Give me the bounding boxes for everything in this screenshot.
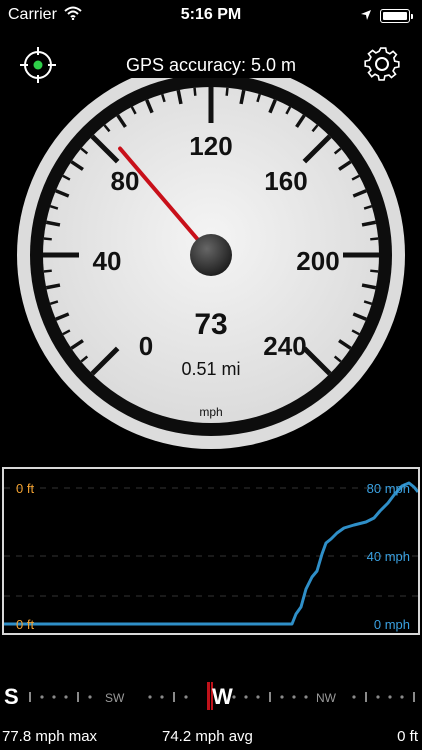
- speed-unit: mph: [199, 405, 222, 419]
- compass-tick: [352, 695, 356, 699]
- compass-tick: [413, 692, 415, 702]
- scale-label-160: 160: [264, 166, 307, 196]
- compass-tick: [40, 695, 44, 699]
- speed-altitude-graph: 0 ft 0 ft 80 mph 40 mph 0 mph: [2, 467, 420, 635]
- compass-tick: [52, 695, 56, 699]
- gauge-hub: [190, 234, 232, 276]
- compass-tick: [400, 695, 404, 699]
- speed-max-label: 80 mph: [366, 481, 410, 496]
- compass-tick: [292, 695, 296, 699]
- scale-label-40: 40: [93, 246, 122, 276]
- scale-label-240: 240: [263, 331, 306, 361]
- scale-label-80: 80: [111, 166, 140, 196]
- speedometer-gauge: 0 40 80 120 160 200 240 73 0.51 mi mph: [17, 78, 405, 449]
- compass-tick: [160, 695, 164, 699]
- max-speed-stat: 77.8 mph max: [2, 728, 98, 745]
- compass-strip: S SW W NW: [0, 670, 422, 720]
- compass-tick: [269, 692, 271, 702]
- compass-west: W: [212, 684, 233, 709]
- compass-tick: [256, 695, 260, 699]
- scale-label-200: 200: [296, 246, 339, 276]
- battery-icon: [380, 9, 413, 23]
- minor-tick: [225, 87, 229, 96]
- current-speed: 73: [194, 308, 227, 341]
- scale-label-120: 120: [189, 131, 232, 161]
- minor-tick: [43, 269, 52, 273]
- compass-tick: [173, 692, 175, 702]
- compass-tick: [88, 695, 92, 699]
- altitude-max-label: 0 ft: [16, 481, 35, 496]
- minor-tick: [193, 87, 197, 96]
- compass-tick: [376, 695, 380, 699]
- minor-tick: [370, 237, 379, 241]
- compass-tick: [77, 692, 79, 702]
- status-time: 5:16 PM: [180, 6, 242, 23]
- compass-tick: [64, 695, 68, 699]
- trip-distance: 0.51 mi: [181, 359, 240, 379]
- minor-tick: [370, 269, 379, 273]
- scale-label-0: 0: [139, 331, 153, 361]
- avg-speed-stat: 74.2 mph avg: [162, 728, 253, 745]
- altitude-min-label: 0 ft: [16, 617, 35, 632]
- compass-tick: [365, 692, 367, 702]
- compass-tick: [29, 692, 31, 702]
- status-bar: Carrier 5:16 PM: [0, 0, 422, 30]
- minor-tick: [43, 237, 52, 241]
- compass-northwest: NW: [316, 691, 336, 705]
- compass-south: S: [4, 684, 19, 709]
- altitude-stat: 0 ft: [397, 728, 418, 745]
- compass-tick: [280, 695, 284, 699]
- compass-tick: [148, 695, 152, 699]
- speed-line: [4, 481, 418, 626]
- gps-accuracy-label: GPS accuracy: 5.0 m: [125, 55, 297, 75]
- compass-tick: [304, 695, 308, 699]
- compass-southwest: SW: [105, 691, 125, 705]
- speed-min-label: 0 mph: [373, 617, 410, 632]
- speed-mid-label: 40 mph: [366, 549, 410, 564]
- compass-tick: [388, 695, 392, 699]
- location-arrow-icon: [360, 8, 372, 26]
- graph-canvas: [4, 481, 418, 626]
- compass-tick: [244, 695, 248, 699]
- compass-tick: [184, 695, 188, 699]
